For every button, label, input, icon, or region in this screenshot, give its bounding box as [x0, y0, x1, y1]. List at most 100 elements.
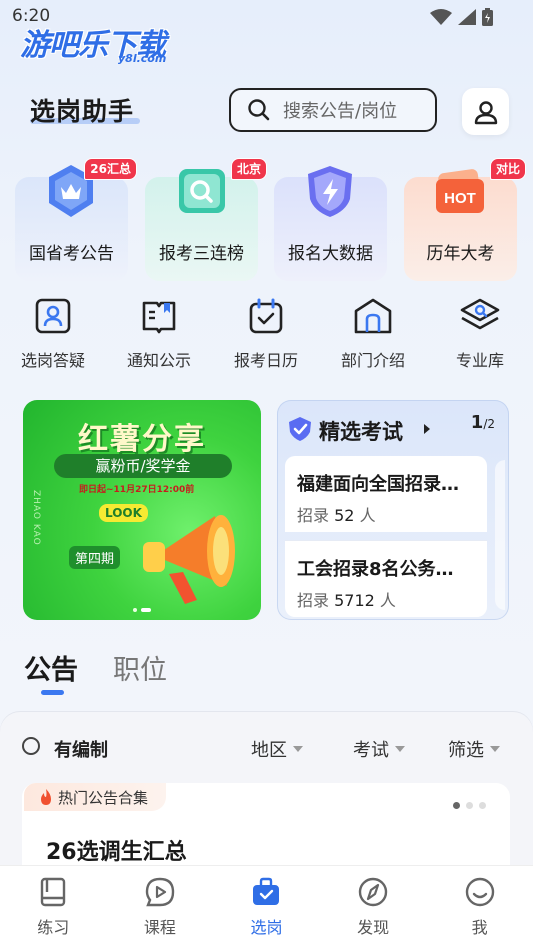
recruit-count: 5712 [334, 591, 375, 610]
more-filter[interactable]: 筛选 [448, 736, 500, 762]
promo-side-text: ZHAO KAO [31, 490, 41, 546]
battery-icon [482, 8, 493, 26]
nav-positions[interactable]: 选岗 [213, 866, 320, 949]
shortcut-xuangang-dayi[interactable]: 选岗答疑 [8, 297, 98, 371]
nav-label: 我 [471, 918, 488, 937]
bianzhi-label[interactable]: 有编制 [54, 736, 108, 762]
nav-label: 课程 [143, 918, 176, 937]
compass-icon [358, 877, 388, 907]
nav-me[interactable]: 我 [426, 866, 533, 949]
exam-item[interactable]: 福建面向全国招录… 招录 52 人 [285, 456, 487, 532]
shortcut-bumen[interactable]: 部门介绍 [328, 297, 418, 371]
recruit-label: 招录 [297, 506, 330, 525]
briefcase-icon [253, 877, 280, 905]
recruit-unit: 人 [359, 506, 376, 525]
featured-exams-card[interactable]: 精选考试 1/2 福建面向全国招录… 招录 52 人 工会招录8名公务… 招录 … [277, 400, 509, 620]
chevron-down-icon [490, 746, 500, 752]
shortcut-label: 专业库 [455, 351, 504, 370]
bianzhi-radio[interactable] [22, 737, 40, 755]
hot-collection-tag: 热门公告合集 [24, 783, 167, 811]
search-box[interactable]: 搜索公告/岗位 [229, 88, 437, 132]
tile-guoshengkao[interactable]: 26汇总 国省考公告 [15, 158, 137, 281]
person-card-icon [35, 298, 71, 334]
nav-practice[interactable]: 练习 [0, 866, 107, 949]
promo-subtitle: 赢粉币/奖学金 [54, 454, 232, 478]
recruit-count: 52 [334, 506, 355, 525]
hot-collection-title: 26选调生汇总 [46, 840, 187, 865]
tab-active-indicator [41, 690, 64, 695]
shortcut-tongzhi[interactable]: 通知公示 [114, 297, 204, 371]
exam-item-count: 招录 5712 人 [297, 587, 396, 611]
shortcut-zhuanye[interactable]: 专业库 [435, 297, 525, 371]
tile-linian-dakao[interactable]: HOT 对比 历年大考 [404, 158, 526, 281]
shortcut-label: 通知公示 [126, 351, 191, 370]
chevron-down-icon [293, 746, 303, 752]
region-filter-label: 地区 [251, 740, 287, 761]
exam-pager: 1/2 [471, 412, 495, 433]
nav-label: 选岗 [250, 918, 283, 937]
nav-label: 发现 [357, 918, 390, 937]
tile-baoming-data[interactable]: 报名大数据 [274, 166, 387, 281]
user-icon [474, 100, 497, 124]
wifi-icon [430, 9, 452, 25]
more-filter-label: 筛选 [448, 740, 484, 761]
promo-episode: 第四期 [69, 546, 121, 569]
exam-page-current: 1 [470, 412, 484, 433]
region-filter[interactable]: 地区 [251, 736, 303, 762]
recruit-unit: 人 [379, 591, 396, 610]
magnifier-card-icon [179, 169, 225, 213]
shortcut-label: 选岗答疑 [20, 351, 85, 370]
promo-date: 即日起~11月27日12:00前 [79, 485, 195, 495]
exam-page-total: /2 [483, 417, 495, 431]
tile-badge: 北京 [230, 158, 267, 180]
tile-badge: 对比 [489, 158, 526, 180]
building-icon [354, 298, 392, 334]
tile-label: 历年大考 [426, 244, 495, 264]
recruit-label: 招录 [297, 591, 330, 610]
tile-label: 报考三连榜 [159, 244, 244, 264]
hot-label: HOT [444, 190, 476, 207]
tile-badge: 26汇总 [84, 158, 137, 180]
tile-sanlianbang[interactable]: 北京 报考三连榜 [145, 158, 267, 281]
hot-folder-icon: HOT [436, 169, 484, 213]
tab-announcements[interactable]: 公告 [24, 648, 78, 687]
book-icon [41, 877, 66, 907]
play-bubble-icon [145, 877, 175, 907]
exam-item-title: 工会招录8名公务… [297, 559, 454, 580]
lightning-shield-icon [308, 166, 352, 217]
shortcut-rili[interactable]: 报考日历 [221, 297, 311, 371]
chevron-down-icon [395, 746, 405, 752]
nav-courses[interactable]: 课程 [107, 866, 214, 949]
user-button[interactable] [462, 88, 509, 135]
watermark-domain: y8l.com [118, 52, 167, 65]
search-placeholder: 搜索公告/岗位 [283, 101, 398, 122]
promo-pager [133, 608, 151, 612]
exam-item-title: 福建面向全国招录… [297, 474, 459, 495]
signal-icon [458, 9, 476, 25]
page-title: 选岗助手 [30, 97, 135, 126]
hot-pager [453, 802, 486, 809]
megaphone-icon [143, 515, 235, 604]
calendar-check-icon [249, 298, 283, 334]
promo-title: 红薯分享 [78, 422, 206, 457]
exam-item[interactable]: 工会招录8名公务… 招录 5712 人 [285, 541, 487, 617]
search-icon [248, 99, 270, 121]
tab-positions[interactable]: 职位 [113, 648, 167, 687]
tile-label: 报名大数据 [288, 244, 373, 264]
bottom-nav: 练习 课程 选岗 发现 我 [0, 865, 533, 949]
nav-discover[interactable]: 发现 [320, 866, 427, 949]
shield-check-icon [289, 417, 311, 441]
status-icons [430, 8, 493, 26]
caret-right-icon [424, 424, 430, 434]
promo-banner[interactable]: 红薯分享 赢粉币/奖学金 即日起~11月27日12:00前 ZHAO KAO L… [23, 400, 261, 620]
exam-item-count: 招录 52 人 [297, 502, 376, 526]
shortcut-label: 部门介绍 [340, 351, 405, 370]
smile-face-icon [465, 877, 494, 907]
nav-label: 练习 [37, 918, 70, 937]
flame-icon [41, 789, 51, 805]
featured-exams-title: 精选考试 [319, 420, 403, 444]
shortcut-label: 报考日历 [233, 351, 298, 370]
exam-filter[interactable]: 考试 [353, 736, 405, 762]
layers-search-icon [460, 298, 500, 330]
hot-tag-label: 热门公告合集 [58, 788, 149, 807]
